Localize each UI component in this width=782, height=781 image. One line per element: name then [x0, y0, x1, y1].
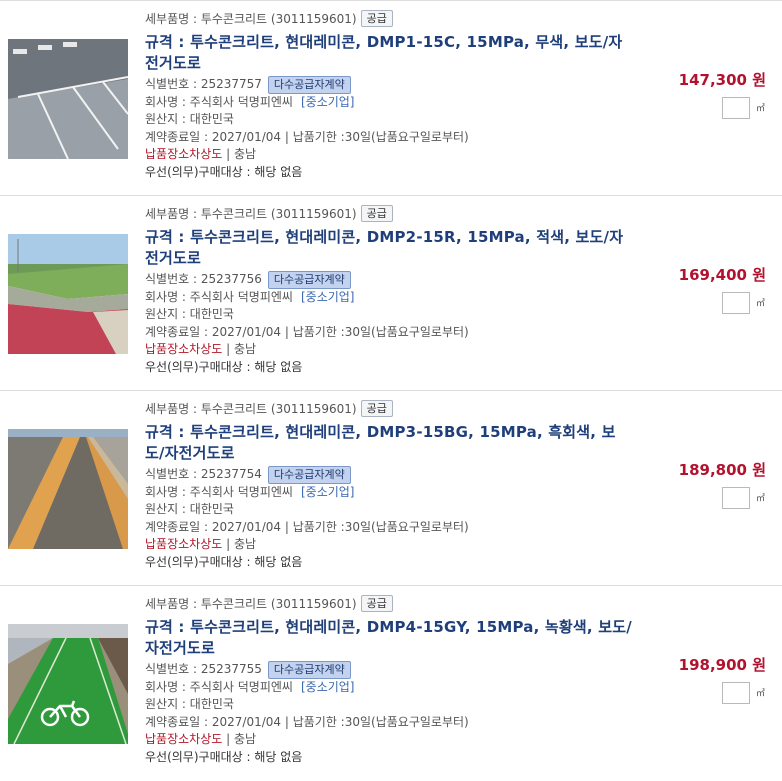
category-line: 세부품명 : 투수콘크리트 (3011159601) 공급 [145, 595, 635, 614]
product-item: 세부품명 : 투수콘크리트 (3011159601) 공급 규격 : 투수콘크리트… [0, 390, 782, 586]
id-line: 식별번호 : 25237757 다수공급자계약 [145, 75, 635, 94]
product-item: 세부품명 : 투수콘크리트 (3011159601) 공급 규격 : 투수콘크리트… [0, 585, 782, 781]
product-image-green-bike-lane[interactable] [8, 624, 128, 744]
price: 169,400 원 [678, 266, 766, 284]
delivery-line: 납품장소차상도 | 충남 [145, 537, 257, 551]
contract-info-line: 계약종료일 : 2027/01/04 | 납품기한 :30일(납품요구일로부터) [145, 714, 469, 729]
price: 189,800 원 [678, 461, 766, 479]
product-item: 세부품명 : 투수콘크리트 (3011159601) 공급 규격 : 투수콘크리트… [0, 0, 782, 196]
quantity-input[interactable] [722, 682, 750, 704]
product-title[interactable]: 규격 : 투수콘크리트, 현대레미콘, DMP4-15GY, 15MPa, 녹황… [145, 617, 635, 659]
quantity-input[interactable] [722, 292, 750, 314]
contract-info-line: 계약종료일 : 2027/01/04 | 납품기한 :30일(납품요구일로부터) [145, 129, 469, 144]
company-line: 회사명 : 주식회사 덕명피엔씨 [중소기업] [145, 94, 355, 109]
delivery-line: 납품장소차상도 | 충남 [145, 732, 257, 746]
company-type: [중소기업] [300, 94, 355, 109]
product-title[interactable]: 규격 : 투수콘크리트, 현대레미콘, DMP1-15C, 15MPa, 무색,… [145, 32, 635, 74]
company-line: 회사명 : 주식회사 덕명피엔씨 [중소기업] [145, 679, 355, 694]
contract-info-line: 계약종료일 : 2027/01/04 | 납품기한 :30일(납품요구일로부터) [145, 519, 469, 534]
delivery-line: 납품장소차상도 | 충남 [145, 147, 257, 161]
supply-badge[interactable]: 공급 [360, 205, 393, 222]
contract-badge[interactable]: 다수공급자계약 [267, 75, 351, 94]
category-line: 세부품명 : 투수콘크리트 (3011159601) 공급 [145, 205, 635, 224]
contract-badge[interactable]: 다수공급자계약 [267, 660, 351, 679]
price: 147,300 원 [678, 71, 766, 89]
product-image-gray-path[interactable] [8, 429, 128, 549]
id-line: 식별번호 : 25237754 다수공급자계약 [145, 465, 635, 484]
priority-line: 우선(의무)구매대상 : 해당 없음 [145, 554, 303, 569]
company-type: [중소기업] [300, 679, 355, 694]
priority-line: 우선(의무)구매대상 : 해당 없음 [145, 164, 303, 179]
priority-line: 우선(의무)구매대상 : 해당 없음 [145, 749, 303, 764]
delivery-line: 납품장소차상도 | 충남 [145, 342, 257, 356]
supply-badge[interactable]: 공급 [360, 10, 393, 27]
contract-badge[interactable]: 다수공급자계약 [267, 270, 351, 289]
supply-badge[interactable]: 공급 [360, 595, 393, 612]
unit-label: ㎥ [756, 494, 766, 504]
contract-badge[interactable]: 다수공급자계약 [267, 465, 351, 484]
category-line: 세부품명 : 투수콘크리트 (3011159601) 공급 [145, 400, 635, 419]
id-line: 식별번호 : 25237755 다수공급자계약 [145, 660, 635, 679]
origin-line: 원산지 : 대한민국 [145, 112, 234, 126]
company-type: [중소기업] [300, 484, 355, 499]
company-type: [중소기업] [300, 289, 355, 304]
category-line: 세부품명 : 투수콘크리트 (3011159601) 공급 [145, 10, 635, 29]
priority-line: 우선(의무)구매대상 : 해당 없음 [145, 359, 303, 374]
unit-label: ㎥ [756, 689, 766, 699]
origin-line: 원산지 : 대한민국 [145, 307, 234, 321]
origin-line: 원산지 : 대한민국 [145, 697, 234, 711]
company-line: 회사명 : 주식회사 덕명피엔씨 [중소기업] [145, 484, 355, 499]
contract-info-line: 계약종료일 : 2027/01/04 | 납품기한 :30일(납품요구일로부터) [145, 324, 469, 339]
product-title[interactable]: 규격 : 투수콘크리트, 현대레미콘, DMP3-15BG, 15MPa, 흑회… [145, 422, 635, 464]
product-image-parking-lot[interactable] [8, 39, 128, 159]
id-line: 식별번호 : 25237756 다수공급자계약 [145, 270, 635, 289]
quantity-input[interactable] [722, 487, 750, 509]
price: 198,900 원 [678, 656, 766, 674]
quantity-input[interactable] [722, 97, 750, 119]
unit-label: ㎥ [756, 299, 766, 309]
company-line: 회사명 : 주식회사 덕명피엔씨 [중소기업] [145, 289, 355, 304]
product-image-red-pavement[interactable] [8, 234, 128, 354]
unit-label: ㎥ [756, 104, 766, 114]
supply-badge[interactable]: 공급 [360, 400, 393, 417]
product-title[interactable]: 규격 : 투수콘크리트, 현대레미콘, DMP2-15R, 15MPa, 적색,… [145, 227, 635, 269]
product-item: 세부품명 : 투수콘크리트 (3011159601) 공급 규격 : 투수콘크리트… [0, 195, 782, 391]
origin-line: 원산지 : 대한민국 [145, 502, 234, 516]
